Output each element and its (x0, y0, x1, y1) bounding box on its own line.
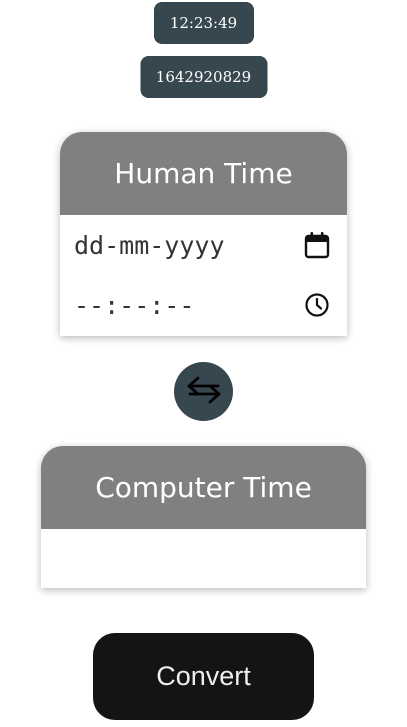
calendar-icon[interactable] (303, 231, 331, 259)
current-time-badge: 12:23:49 (153, 2, 254, 44)
clock-icon[interactable] (303, 291, 331, 319)
computer-time-output (41, 529, 366, 588)
human-time-title: Human Time (114, 157, 293, 190)
swap-button[interactable] (174, 362, 233, 421)
convert-button-label: Convert (156, 661, 251, 691)
date-input[interactable] (74, 230, 284, 260)
computer-time-title: Computer Time (95, 471, 312, 504)
human-time-card: Human Time (60, 132, 347, 336)
time-input[interactable] (74, 290, 284, 320)
current-epoch-badge: 1642920829 (140, 56, 267, 98)
current-epoch-text: 1642920829 (155, 68, 252, 86)
convert-button[interactable]: Convert (93, 633, 314, 720)
time-row (60, 275, 347, 335)
current-time-text: 12:23:49 (169, 14, 238, 32)
human-time-header: Human Time (60, 132, 347, 215)
computer-time-header: Computer Time (41, 446, 366, 529)
computer-time-card: Computer Time (41, 446, 366, 588)
swap-arrows-icon (184, 375, 224, 409)
date-row (60, 215, 347, 275)
